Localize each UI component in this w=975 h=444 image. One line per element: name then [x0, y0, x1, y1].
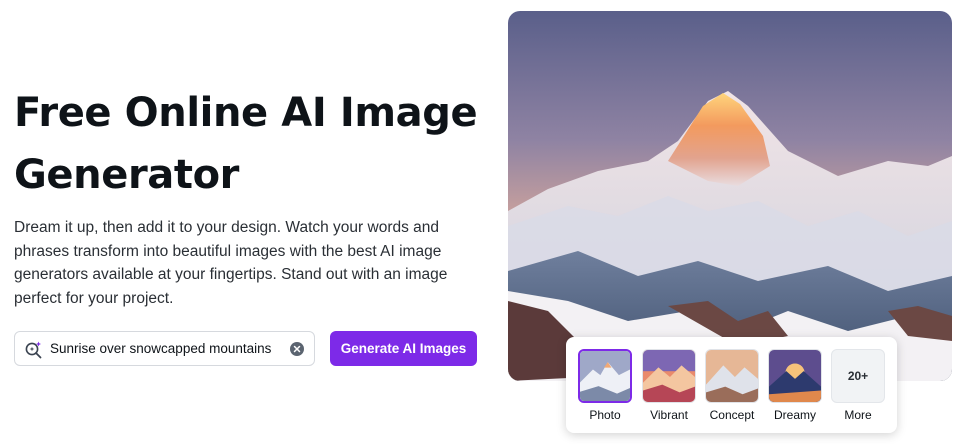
style-option-concept[interactable]: Concept: [705, 349, 761, 427]
style-picker-panel: Photo Vibrant Concept Dreamy 20+ More: [566, 337, 897, 433]
style-option-more[interactable]: 20+ More: [831, 349, 887, 427]
style-option-photo[interactable]: Photo: [578, 349, 634, 427]
more-styles-badge: 20+: [831, 349, 885, 403]
style-label-vibrant: Vibrant: [650, 408, 688, 422]
style-option-dreamy[interactable]: Dreamy: [768, 349, 824, 427]
style-label-more: More: [844, 408, 872, 422]
hero-mountain-image: [508, 11, 952, 381]
prompt-input[interactable]: [50, 332, 285, 365]
page-description: Dream it up, then add it to your design.…: [14, 219, 448, 307]
concept-style-thumbnail: [705, 349, 759, 403]
clear-icon[interactable]: [290, 342, 304, 356]
photo-style-thumbnail: [578, 349, 632, 403]
page-title: Free Online AI Image Generator: [14, 90, 478, 198]
style-option-vibrant[interactable]: Vibrant: [642, 349, 698, 427]
style-label-dreamy: Dreamy: [773, 408, 816, 422]
vibrant-style-thumbnail: [642, 349, 696, 403]
magic-search-icon: [24, 340, 43, 359]
dreamy-style-thumbnail: [768, 349, 822, 403]
style-label-concept: Concept: [709, 408, 755, 422]
prompt-search-box[interactable]: [14, 331, 315, 366]
generate-ai-images-button[interactable]: Generate AI Images: [330, 331, 477, 366]
style-label-photo: Photo: [589, 408, 621, 422]
